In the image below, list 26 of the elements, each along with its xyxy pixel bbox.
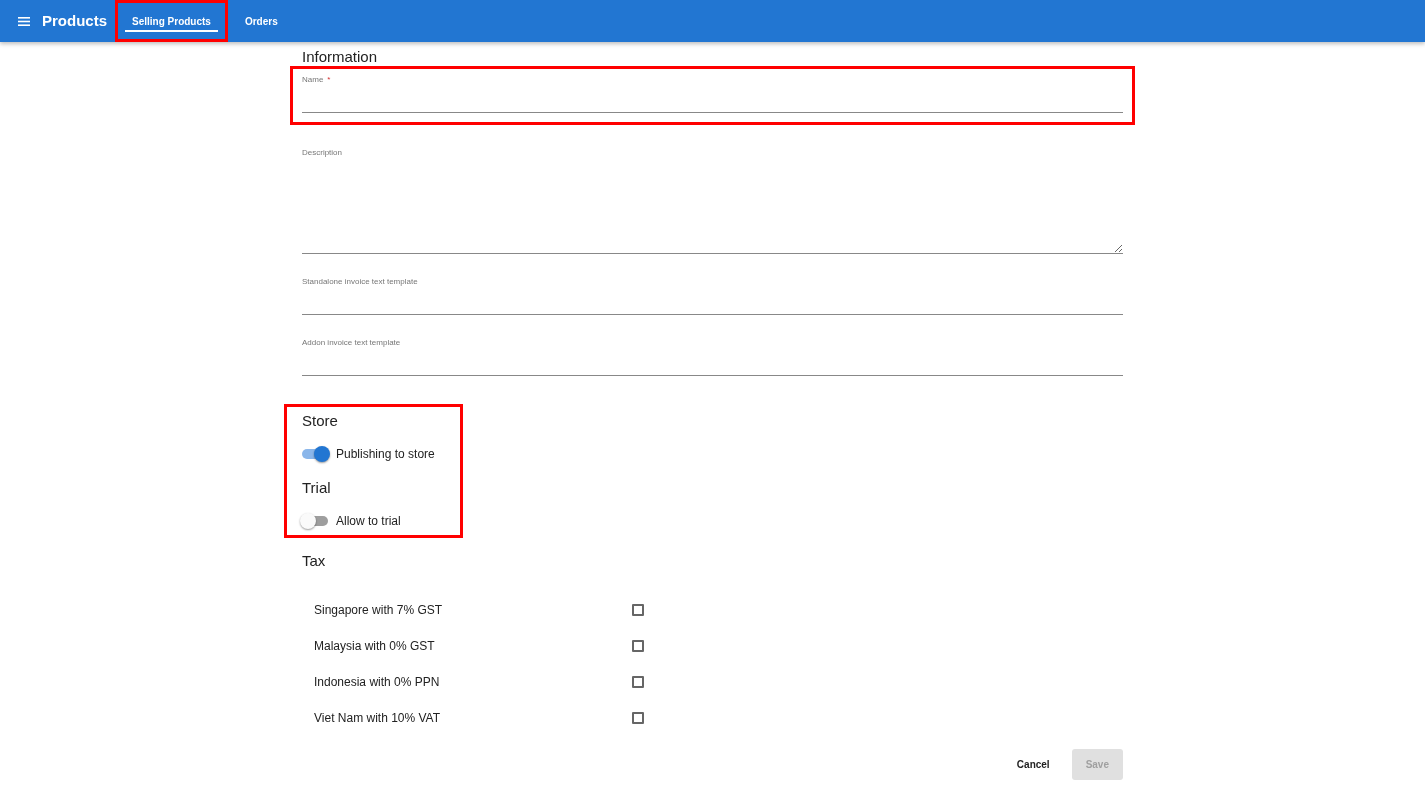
required-mark: * xyxy=(327,74,331,86)
toggle-switch[interactable] xyxy=(302,446,328,462)
section-heading: Tax xyxy=(302,552,327,570)
section-heading: Trial xyxy=(302,479,332,497)
toggle-switch[interactable] xyxy=(302,513,328,529)
tax-option-label: Malaysia with 0% GST xyxy=(314,638,436,655)
tax-option-label: Viet Nam with 10% VAT xyxy=(314,710,442,727)
section-heading: Store xyxy=(302,412,339,430)
checkbox[interactable] xyxy=(632,712,644,724)
field-label: Standalone invoice text template xyxy=(302,276,418,288)
app-title: Products xyxy=(42,10,107,31)
toggle-label: Publishing to store xyxy=(336,446,435,463)
checkbox[interactable] xyxy=(632,676,644,688)
menu-icon[interactable] xyxy=(18,16,30,26)
toggle-label: Allow to trial xyxy=(336,513,401,530)
checkbox[interactable] xyxy=(632,604,644,616)
nav-tab[interactable]: Orders xyxy=(230,3,292,39)
checkbox[interactable] xyxy=(632,640,644,652)
field-label: Description xyxy=(302,147,342,159)
nav-tab[interactable]: Selling Products xyxy=(118,3,225,39)
tax-option-label: Singapore with 7% GST xyxy=(314,602,444,619)
cancel-button[interactable]: Cancel xyxy=(1002,749,1064,780)
section-heading: Information xyxy=(302,48,379,66)
field-label: Addon invoice text template xyxy=(302,337,401,349)
field-label: Name xyxy=(302,74,324,86)
tax-option-label: Indonesia with 0% PPN xyxy=(314,674,441,691)
